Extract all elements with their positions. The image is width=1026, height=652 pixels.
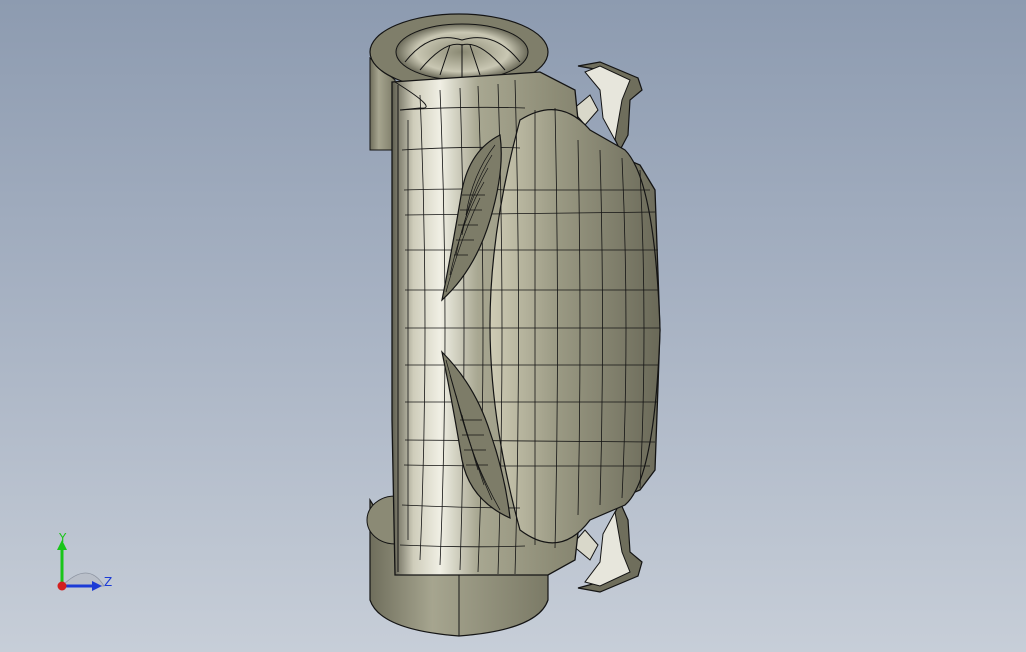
y-axis-label: Y	[58, 531, 67, 545]
car-body	[391, 71, 661, 576]
z-axis-label: Z	[104, 575, 112, 589]
axis-triad: Y Z	[57, 531, 112, 591]
cad-viewport[interactable]: Y Z	[0, 0, 1026, 652]
x-axis-dot	[57, 581, 67, 591]
